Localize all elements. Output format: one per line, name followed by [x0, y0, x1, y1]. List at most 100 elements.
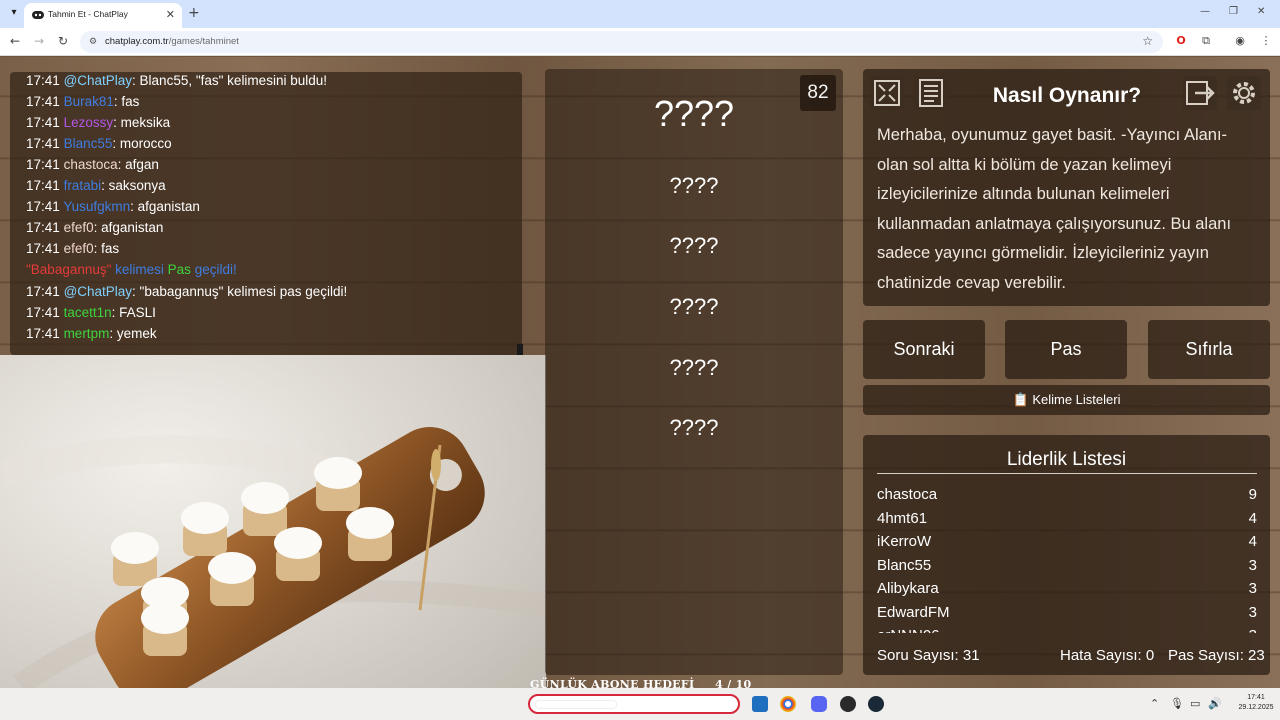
discord-icon[interactable] — [811, 696, 827, 712]
chat-text: : Blanc55, "fas" kelimesini buldu! — [132, 73, 327, 88]
chat-timestamp: 17:41 — [26, 220, 60, 235]
chat-timestamp: 17:41 — [26, 94, 60, 109]
close-tab-icon[interactable]: ✕ — [166, 8, 175, 21]
chat-text: : saksonya — [101, 178, 166, 193]
minimize-icon[interactable]: — — [1200, 6, 1210, 17]
tray-expand-icon[interactable]: ⌃ — [1150, 697, 1159, 710]
leaderboard-score: 3 — [1248, 603, 1257, 621]
leaderboard-panel: Liderlik Listesi chastoca 9 4hmt61 4 iKerroW… — [863, 435, 1270, 675]
leaderboard-score: 4 — [1248, 533, 1257, 550]
bookmark-star-icon[interactable]: ☆ — [1142, 34, 1153, 48]
leaderboard-name: iKerroW — [877, 533, 932, 550]
reset-button[interactable]: Sıfırla — [1148, 320, 1270, 379]
cream-shape — [274, 527, 322, 559]
pass-button[interactable]: Pas — [1005, 320, 1127, 379]
chat-username[interactable]: Blanc55 — [64, 136, 113, 151]
chat-username[interactable]: Yusufgkmn — [63, 199, 130, 214]
obs-icon[interactable] — [840, 696, 856, 712]
game-page: 17:41 @ChatPlay: Blanc55, "fas" kelimesi… — [0, 57, 1280, 720]
tab-strip: ▾ Tahmin Et - ChatPlay ✕ + — ❐ ✕ — [0, 0, 1280, 28]
site-info-icon[interactable]: ⚙ — [87, 36, 99, 48]
chat-username[interactable]: fratabi — [64, 178, 102, 193]
address-bar[interactable]: ⚙ chatplay.com.tr/games/tahminet ☆ — [80, 31, 1163, 53]
chat-username[interactable]: mertpm — [64, 326, 110, 341]
fullscreen-icon — [874, 80, 900, 106]
chat-timestamp: 17:41 — [26, 305, 60, 320]
chat-timestamp: 17:41 — [26, 157, 60, 172]
opera-extension-icon[interactable]: O — [1173, 34, 1189, 47]
settings-button[interactable] — [1227, 76, 1261, 110]
next-button[interactable]: Sonraki — [863, 320, 985, 379]
chat-message: 17:41 Lezossy: meksika — [26, 115, 170, 130]
forward-icon[interactable]: → — [31, 34, 47, 48]
chat-message: 17:41 chastoca: afgan — [26, 157, 159, 172]
food-photo-image — [0, 427, 546, 703]
chat-text: : FASLI — [111, 305, 156, 320]
chat-username[interactable]: Burak81 — [64, 94, 114, 109]
how-to-play-title: Nasıl Oynanır? — [992, 84, 1142, 107]
chat-username[interactable]: @ChatPlay — [64, 73, 132, 88]
forbidden-word: ???? — [669, 173, 719, 198]
chrome-icon[interactable] — [780, 696, 796, 712]
cream-shape — [208, 552, 256, 584]
document-icon — [919, 79, 943, 107]
taskbar: ⌃ 🎙 ▭ 🔊 17:41 29.12.2025 — [0, 688, 1280, 720]
exit-icon — [1186, 81, 1215, 105]
steam-icon[interactable] — [868, 696, 884, 712]
reload-icon[interactable]: ↻ — [55, 34, 71, 48]
restore-icon[interactable]: ❐ — [1229, 6, 1238, 17]
store-icon[interactable] — [752, 696, 768, 712]
cream-shape — [111, 532, 159, 564]
chat-username[interactable]: tacett1n — [64, 305, 112, 320]
how-to-play-text: Merhaba, oyunumuz gayet basit. -Yayıncı … — [877, 126, 1232, 292]
cream-shape — [241, 482, 289, 514]
extensions-puzzle-icon[interactable]: ⧉ — [1198, 34, 1214, 48]
word-lists-button[interactable]: 📋 Kelime Listeleri — [863, 385, 1270, 415]
system-clock[interactable]: 17:41 29.12.2025 — [1236, 693, 1276, 713]
network-icon[interactable]: ▭ — [1190, 697, 1200, 710]
stream-video-area — [0, 355, 546, 720]
menu-kebab-icon[interactable]: ⋮ — [1258, 34, 1274, 47]
chat-timestamp: 17:41 — [26, 241, 60, 256]
chat-text: : fas — [93, 241, 120, 256]
volume-icon[interactable]: 🔊 — [1208, 697, 1222, 710]
forbidden-word: ???? — [669, 233, 719, 258]
leaderboard-score: 3 — [1249, 627, 1257, 633]
leaderboard-row: 4hmt61 4 — [877, 507, 1257, 531]
cream-shape — [314, 457, 362, 489]
leaderboard-name: 4hmt61 — [877, 509, 928, 527]
chat-username[interactable]: efef0 — [64, 220, 94, 235]
notes-button[interactable] — [914, 76, 948, 110]
search-field[interactable] — [536, 701, 616, 708]
chat-username[interactable]: Lezossy — [64, 115, 114, 130]
profile-avatar-icon[interactable]: ◉ — [1232, 34, 1248, 47]
new-tab-button[interactable]: + — [188, 5, 200, 21]
chat-timestamp: 17:41 — [26, 178, 60, 193]
exit-button[interactable] — [1183, 76, 1217, 110]
leaderboard-row: chastoca 9 — [877, 483, 1257, 507]
leaderboard-list[interactable]: chastoca 9 4hmt61 4 iKerroW 4 Blanc55 3 Alibykar… — [877, 483, 1257, 633]
question-count: Soru Sayısı: 31 — [877, 647, 980, 664]
divider — [877, 473, 1257, 474]
chat-text: : meksika — [113, 115, 171, 130]
chat-username[interactable]: "Babagannuş" — [26, 262, 111, 277]
chat-username[interactable]: efef0 — [64, 241, 94, 256]
active-tab[interactable]: Tahmin Et - ChatPlay ✕ — [24, 3, 182, 28]
close-window-icon[interactable]: ✕ — [1257, 6, 1265, 17]
leaderboard-row: iKerroW 4 — [877, 530, 1257, 554]
chat-message: 17:41 Blanc55: morocco — [26, 136, 172, 151]
leaderboard-name: Blanc55 — [877, 556, 932, 574]
tab-search-icon[interactable]: ▾ — [6, 5, 22, 21]
chat-username[interactable]: chastoca — [64, 157, 118, 172]
chat-message: 17:41 efef0: fas — [26, 241, 119, 256]
leaderboard-name: Alibykara — [877, 580, 939, 597]
chat-username[interactable]: @ChatPlay — [64, 284, 132, 299]
back-icon[interactable]: ← — [7, 34, 23, 48]
chat-message: 17:41 efef0: afganistan — [26, 220, 163, 235]
chat-message: "Babagannuş" kelimesi Pas geçildi! — [26, 262, 237, 277]
leaderboard-name: erNNN06 — [877, 627, 940, 633]
microphone-icon[interactable]: 🎙 — [1170, 697, 1184, 710]
taskbar-search[interactable] — [528, 694, 740, 714]
tab-title: Tahmin Et - ChatPlay — [48, 9, 128, 19]
fullscreen-button[interactable] — [870, 76, 904, 110]
